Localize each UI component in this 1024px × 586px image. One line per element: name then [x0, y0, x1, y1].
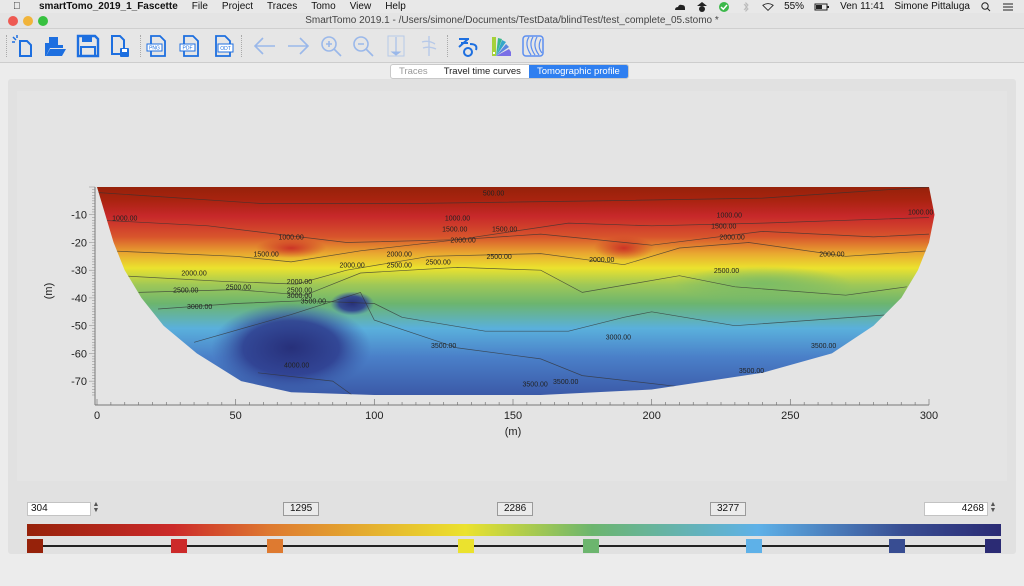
- y-tick-label: -70: [71, 376, 87, 388]
- contour-label: 2000.00: [339, 262, 364, 269]
- x-tick-label: 150: [504, 410, 522, 422]
- color-stop-handle[interactable]: [985, 539, 1001, 553]
- y-tick-label: -40: [71, 293, 87, 305]
- contour-label: 3500.00: [811, 343, 836, 350]
- scale-tick-2: 2286: [497, 502, 534, 516]
- contour-label: 1000.00: [112, 215, 137, 222]
- color-stop-handle[interactable]: [266, 539, 283, 553]
- y-tick-label: -20: [71, 237, 87, 249]
- y-tick-label: -10: [71, 210, 87, 222]
- tomographic-profile-chart[interactable]: 500.00 1000.00 1000.00 1000.00 1000.00 1000.0…: [0, 0, 1024, 586]
- max-value-input[interactable]: 4268: [924, 502, 988, 516]
- contour-label: 3500.00: [431, 343, 456, 350]
- contour-label: 3000.00: [187, 304, 212, 311]
- color-stop-handle[interactable]: [745, 539, 762, 553]
- x-tick-label: 200: [642, 410, 660, 422]
- contour-label: 3500.00: [739, 368, 764, 375]
- color-scale-bar: [27, 524, 1001, 536]
- contour-label: 3500.00: [523, 382, 548, 389]
- scale-tick-1: 1295: [283, 502, 320, 516]
- min-value-stepper[interactable]: ▲ ▼: [91, 501, 101, 516]
- color-stop-handle[interactable]: [458, 539, 475, 553]
- contour-label: 1000.00: [278, 235, 303, 242]
- contour-label: 1500.00: [442, 226, 467, 233]
- contour-label: 2500.00: [226, 285, 251, 292]
- color-stop-handle[interactable]: [889, 539, 906, 553]
- color-stop-handle[interactable]: [582, 539, 599, 553]
- contour-label: 2500.00: [173, 287, 198, 294]
- contour-label: 2500.00: [425, 260, 450, 267]
- contour-label: 2000.00: [589, 257, 614, 264]
- contour-label: 1000.00: [908, 210, 933, 217]
- y-tick-label: -60: [71, 348, 87, 360]
- velocity-anomaly-high: [211, 302, 372, 393]
- contour-label: 2000.00: [719, 235, 744, 242]
- contour-label: 2000.00: [819, 251, 844, 258]
- contour-label: 4000.00: [284, 362, 309, 369]
- x-tick-label: 300: [920, 410, 938, 422]
- contour-label: 3500.00: [553, 379, 578, 386]
- contour-label: 1500.00: [492, 226, 517, 233]
- max-value-stepper[interactable]: ▲ ▼: [988, 501, 998, 516]
- contour-label: 1500.00: [254, 251, 279, 258]
- x-axis-label: (m): [505, 426, 522, 438]
- velocity-field: [97, 187, 935, 395]
- contour-label: 2000.00: [181, 271, 206, 278]
- contour-label: 1500.00: [711, 224, 736, 231]
- y-tick-label: -30: [71, 265, 87, 277]
- min-value-input[interactable]: 304: [27, 502, 91, 516]
- contour-label: 500.00: [483, 190, 505, 197]
- contour-label: 2500.00: [387, 262, 412, 269]
- contour-label: 2500.00: [714, 268, 739, 275]
- contour-label: 2000.00: [450, 237, 475, 244]
- x-tick-label: 250: [781, 410, 799, 422]
- velocity-anomaly-green: [672, 266, 853, 303]
- contour-label: 3000.00: [606, 335, 631, 342]
- contour-label: 3500.00: [301, 298, 326, 305]
- contour-label: 2000.00: [387, 251, 412, 258]
- contour-label: 2000.00: [287, 279, 312, 286]
- y-axis-label: (m): [43, 283, 55, 300]
- x-tick-label: 50: [230, 410, 242, 422]
- color-stop-handle[interactable]: [27, 539, 43, 553]
- contour-label: 1000.00: [717, 213, 742, 220]
- color-stop-handle[interactable]: [170, 539, 187, 553]
- x-tick-label: 0: [94, 410, 100, 422]
- contour-label: 2500.00: [486, 254, 511, 261]
- x-tick-label: 100: [365, 410, 383, 422]
- scale-tick-3: 3277: [710, 502, 747, 516]
- contour-label: 1000.00: [445, 215, 470, 222]
- y-tick-label: -50: [71, 321, 87, 333]
